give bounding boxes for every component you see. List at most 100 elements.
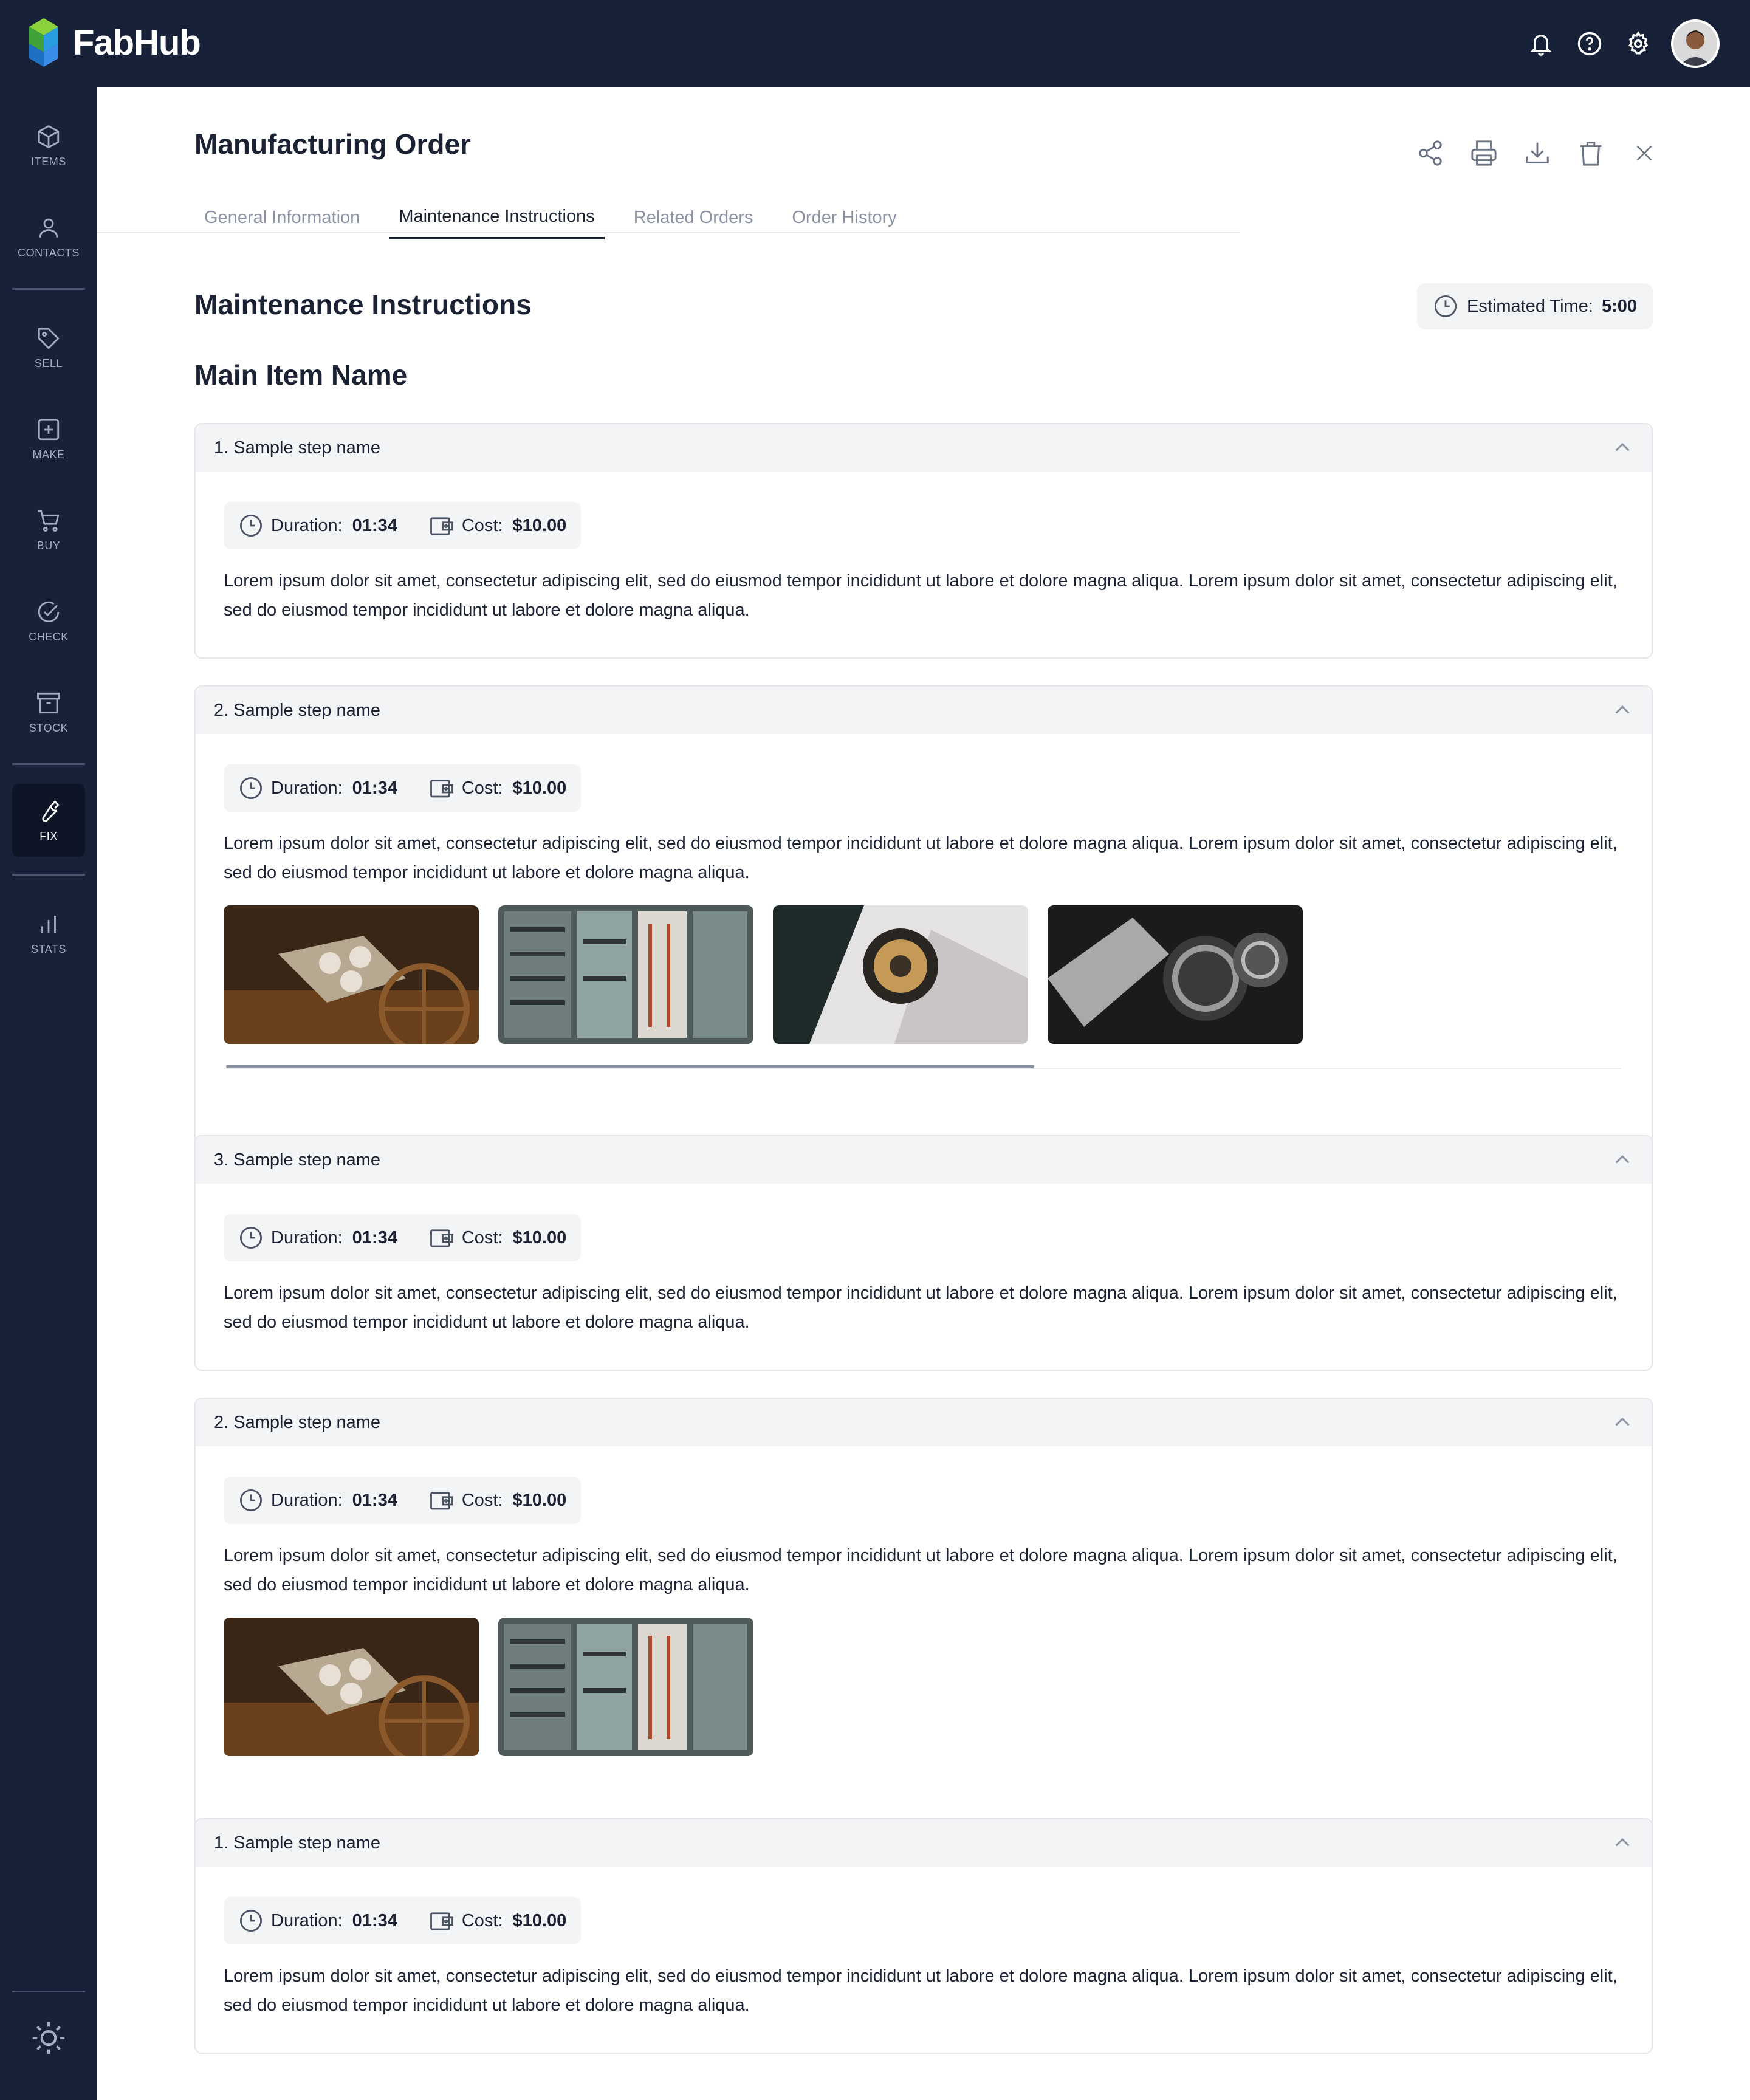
step-card: 1. Sample step name Duration: 01:34 Cost… — [194, 1818, 1653, 2054]
wallet-icon — [430, 780, 453, 798]
step-description: Lorem ipsum dolor sit amet, consectetur … — [224, 571, 1618, 620]
chevron-up-icon[interactable] — [1611, 1412, 1633, 1433]
cost-value: $10.00 — [512, 778, 567, 798]
step-image-gallery — [224, 1618, 1624, 1756]
tab-order-history[interactable]: Order History — [782, 196, 906, 239]
share-button[interactable] — [1404, 126, 1457, 180]
step-description: Lorem ipsum dolor sit amet, consectetur … — [224, 1283, 1618, 1332]
app-logo[interactable]: FabHub — [27, 18, 201, 67]
step-image[interactable] — [224, 905, 479, 1044]
cost-label: Cost: — [461, 1490, 503, 1510]
clock-icon — [239, 1489, 262, 1512]
sidebar-item-label: CONTACTS — [18, 246, 80, 259]
duration-value: 01:34 — [352, 1490, 397, 1510]
sidebar-item-stats[interactable]: STATS — [12, 897, 85, 970]
clock-icon — [239, 1909, 262, 1932]
close-icon — [1636, 145, 1652, 161]
duration-label: Duration: — [271, 778, 343, 798]
sidebar-item-label: STOCK — [29, 721, 69, 734]
sidebar-divider — [12, 1991, 85, 1992]
duration-label: Duration: — [271, 515, 343, 535]
printer-icon — [1471, 140, 1497, 166]
step-image[interactable] — [1048, 905, 1303, 1044]
step-meta: Duration: 01:34 Cost: $10.00 — [224, 502, 582, 549]
tab-bar: General Information Maintenance Instruct… — [194, 196, 926, 239]
step-header[interactable]: 1. Sample step name — [196, 424, 1652, 472]
cart-icon — [38, 510, 60, 532]
theme-toggle-button[interactable] — [12, 2002, 85, 2074]
archive-icon — [37, 692, 60, 713]
clock-icon — [239, 777, 262, 800]
chevron-up-icon[interactable] — [1611, 1832, 1633, 1854]
print-button[interactable] — [1457, 126, 1511, 180]
main-item-name: Main Item Name — [194, 359, 408, 391]
help-icon — [1577, 32, 1602, 56]
step-header[interactable]: 2. Sample step name — [196, 687, 1652, 734]
help-button[interactable] — [1565, 19, 1614, 68]
notifications-button[interactable] — [1517, 19, 1565, 68]
step-meta: Duration: 01:34 Cost: $10.00 — [224, 1897, 582, 1944]
sidebar: ITEMS CONTACTS SELL MAKE BUY CHECK STOCK… — [0, 88, 97, 2100]
chevron-up-icon[interactable] — [1611, 699, 1633, 721]
delete-button[interactable] — [1564, 126, 1618, 180]
bell-icon — [1530, 35, 1552, 56]
clock-icon — [1435, 295, 1457, 318]
duration-label: Duration: — [271, 1910, 343, 1930]
chevron-up-icon[interactable] — [1611, 1149, 1633, 1171]
clock-icon — [239, 514, 262, 537]
sidebar-item-label: FIX — [39, 829, 58, 842]
sidebar-item-make[interactable]: MAKE — [12, 402, 85, 475]
sidebar-item-label: MAKE — [32, 448, 65, 461]
sidebar-item-stock[interactable]: STOCK — [12, 676, 85, 749]
trash-icon — [1580, 142, 1602, 166]
step-image[interactable] — [224, 1618, 479, 1756]
step-description: Lorem ipsum dolor sit amet, consectetur … — [224, 1966, 1618, 2015]
download-button[interactable] — [1511, 126, 1564, 180]
step-header[interactable]: 2. Sample step name — [196, 1399, 1652, 1446]
step-image[interactable] — [773, 905, 1028, 1044]
step-card: 2. Sample step name Duration: 01:34 Cost… — [194, 685, 1653, 1193]
sidebar-item-check[interactable]: CHECK — [12, 585, 85, 657]
sidebar-item-sell[interactable]: SELL — [12, 311, 85, 384]
step-meta: Duration: 01:34 Cost: $10.00 — [224, 1214, 582, 1261]
wallet-icon — [430, 1229, 453, 1247]
fabhub-logo-icon — [29, 18, 58, 67]
gallery-scrollbar-thumb[interactable] — [226, 1065, 1034, 1068]
main-content: Manufacturing Order General Information … — [97, 88, 1750, 2100]
step-image-gallery — [224, 905, 1624, 1044]
estimated-time-badge: Estimated Time: 5:00 — [1417, 283, 1653, 329]
sidebar-item-label: CHECK — [29, 630, 69, 643]
duration-value: 01:34 — [352, 515, 397, 535]
chevron-up-icon[interactable] — [1611, 437, 1633, 459]
cost-value: $10.00 — [512, 1227, 567, 1247]
tab-maintenance-instructions[interactable]: Maintenance Instructions — [389, 196, 605, 239]
user-avatar[interactable] — [1671, 19, 1720, 68]
cost-value: $10.00 — [512, 1490, 567, 1510]
sidebar-item-label: ITEMS — [31, 155, 66, 168]
step-name: 1. Sample step name — [214, 1833, 381, 1853]
sidebar-item-items[interactable]: ITEMS — [12, 109, 85, 182]
sidebar-item-contacts[interactable]: CONTACTS — [12, 201, 85, 273]
tab-related-orders[interactable]: Related Orders — [624, 196, 763, 239]
step-header[interactable]: 1. Sample step name — [196, 1819, 1652, 1867]
step-name: 1. Sample step name — [214, 437, 381, 458]
sidebar-item-buy[interactable]: BUY — [12, 493, 85, 566]
step-image[interactable] — [498, 1618, 753, 1756]
plus-square-icon — [38, 419, 60, 440]
sidebar-item-fix[interactable]: FIX — [12, 784, 85, 857]
step-header[interactable]: 3. Sample step name — [196, 1136, 1652, 1184]
wallet-icon — [430, 517, 453, 535]
share-icon — [1419, 140, 1442, 166]
step-image[interactable] — [498, 905, 753, 1044]
sidebar-divider — [12, 288, 85, 290]
step-card: 1. Sample step name Duration: 01:34 Cost… — [194, 423, 1653, 659]
gallery-scrollbar[interactable] — [224, 1065, 1621, 1069]
cost-value: $10.00 — [512, 1910, 567, 1930]
sidebar-divider — [12, 763, 85, 765]
close-button[interactable] — [1618, 126, 1671, 180]
step-name: 2. Sample step name — [214, 1412, 381, 1432]
settings-button[interactable] — [1614, 19, 1662, 68]
tab-general-information[interactable]: General Information — [194, 196, 369, 239]
sidebar-divider — [12, 874, 85, 876]
cost-label: Cost: — [461, 515, 503, 535]
